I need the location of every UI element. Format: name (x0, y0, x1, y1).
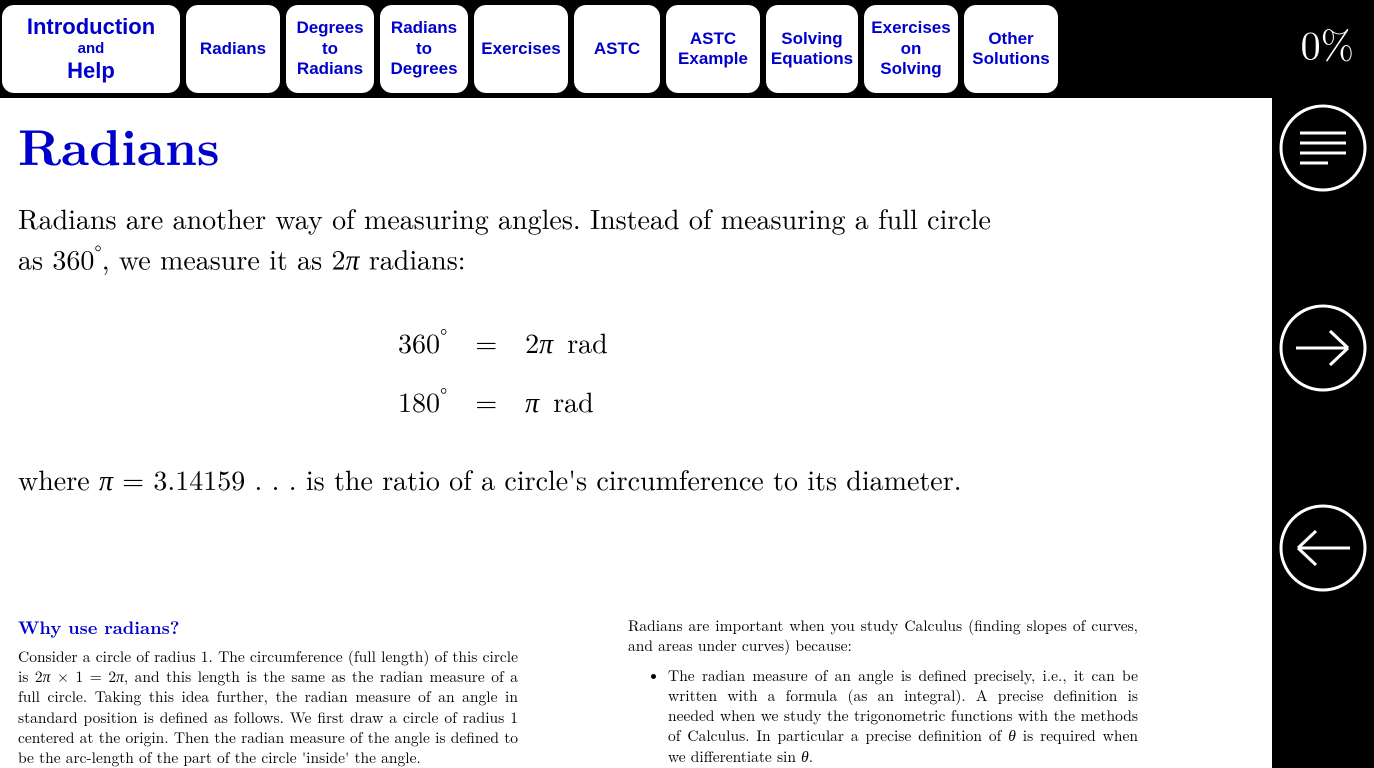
tab-label: ASTC (690, 29, 736, 49)
right-sidebar (1272, 98, 1374, 768)
tab-radians-to-degrees[interactable]: Radians to Degrees (380, 5, 468, 93)
footer-right-intro: Radians are important when you study Cal… (628, 616, 1138, 656)
progress-percent: 0% (1301, 14, 1354, 71)
tab-solving-equations[interactable]: Solving Equations (766, 5, 858, 93)
tab-label: to (322, 39, 338, 59)
equation-2: 180° = π rad (398, 372, 1254, 431)
tab-label: Solving (781, 29, 842, 49)
tab-label: Degrees (390, 59, 457, 79)
footer-left-text: Consider a circle of radius 1. The circu… (18, 647, 518, 768)
tab-label: Introduction (27, 14, 155, 40)
tab-exercises[interactable]: Exercises (474, 5, 568, 93)
page-title: Radians (18, 108, 1254, 180)
tab-label: Degrees (296, 18, 363, 38)
lower-area: Radians Radians are another way of measu… (0, 98, 1374, 768)
menu-button[interactable] (1273, 98, 1373, 198)
tab-label: Solutions (972, 49, 1049, 69)
footer-bullet: The radian measure of an angle is define… (668, 666, 1138, 767)
tab-label: Help (67, 58, 115, 84)
top-tab-bar: Introduction and Help Radians Degrees to… (0, 0, 1374, 98)
tab-label: Equations (771, 49, 853, 69)
tab-label: Solving (880, 59, 941, 79)
arrow-right-icon (1278, 303, 1368, 393)
back-button[interactable] (1273, 498, 1373, 598)
tab-astc-example[interactable]: ASTC Example (666, 5, 760, 93)
tab-label: Example (678, 49, 748, 69)
footer-left-column: Why use radians? Consider a circle of ra… (18, 616, 518, 768)
tab-label: on (901, 39, 922, 59)
tab-exercises-solving[interactable]: Exercises on Solving (864, 5, 958, 93)
intro-paragraph: Radians are another way of measuring ang… (18, 200, 1008, 278)
where-paragraph: where π = 3.14159 . . . is the ratio of … (18, 461, 1008, 499)
footer-heading: Why use radians? (18, 616, 518, 639)
tab-label: to (416, 39, 432, 59)
tab-radians[interactable]: Radians (186, 5, 280, 93)
tab-other-solutions[interactable]: Other Solutions (964, 5, 1058, 93)
arrow-left-icon (1278, 503, 1368, 593)
tab-label: Exercises (871, 18, 950, 38)
tab-label: Radians (297, 59, 363, 79)
tab-introduction[interactable]: Introduction and Help (2, 5, 180, 93)
tab-label: ASTC (594, 39, 640, 59)
content-area: Radians Radians are another way of measu… (0, 98, 1272, 768)
tab-label: Radians (391, 18, 457, 38)
footer-right-column: Radians are important when you study Cal… (628, 616, 1138, 768)
tab-label: Exercises (481, 39, 560, 59)
equations-block: 360° = 2π rad 180° = π rad (18, 313, 1254, 431)
menu-icon (1278, 103, 1368, 193)
tab-astc[interactable]: ASTC (574, 5, 660, 93)
equation-1: 360° = 2π rad (398, 313, 1254, 372)
footer-columns: Why use radians? Consider a circle of ra… (18, 616, 1254, 768)
tab-degrees-to-radians[interactable]: Degrees to Radians (286, 5, 374, 93)
next-button[interactable] (1273, 298, 1373, 398)
tab-label: and (78, 40, 105, 58)
tab-label: Radians (200, 39, 266, 59)
tab-label: Other (988, 29, 1033, 49)
